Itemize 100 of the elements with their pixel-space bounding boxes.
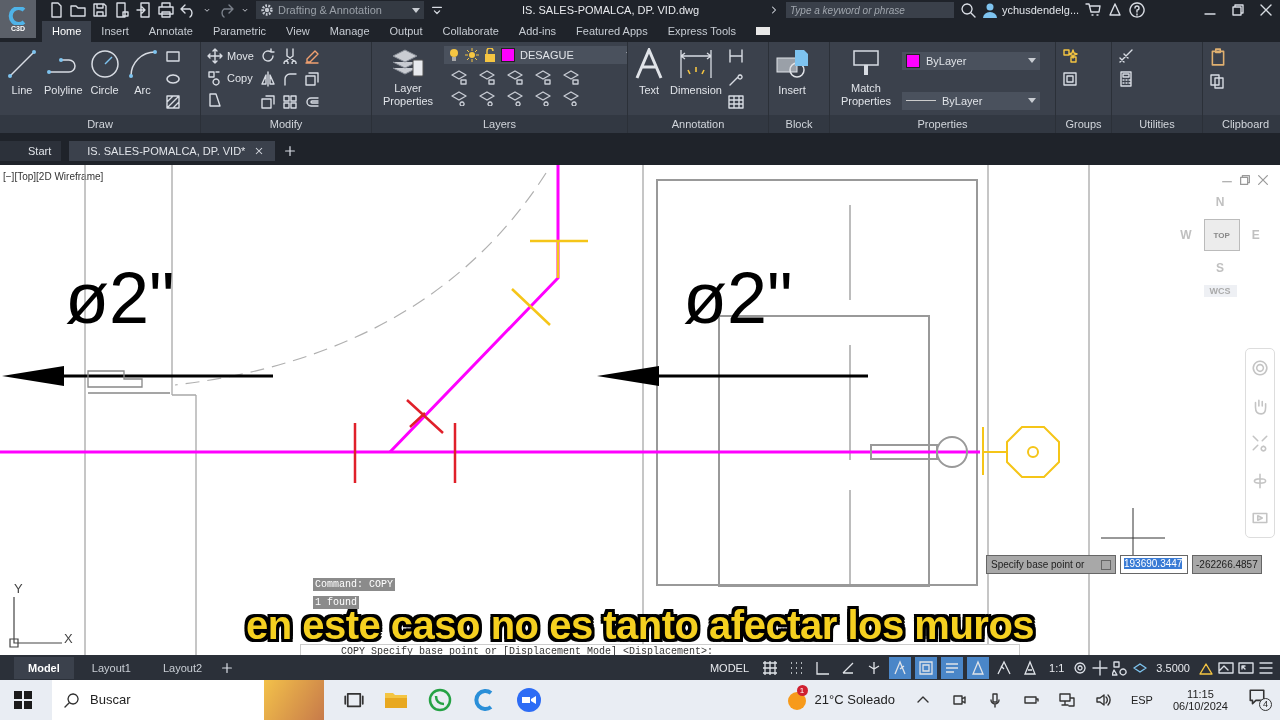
ribbon-tab[interactable]: Manage (319, 20, 380, 42)
fullscreen-icon[interactable] (1238, 659, 1254, 676)
ribbon-tab[interactable]: View (276, 20, 320, 42)
property-dropdown[interactable]: ByLayer (902, 51, 1040, 70)
gear-icon[interactable] (1072, 659, 1089, 676)
notification-center-button[interactable]: 4 (1248, 688, 1272, 712)
print-icon[interactable] (158, 2, 174, 18)
panel-title[interactable]: Draw (0, 115, 200, 134)
help-icon[interactable] (1129, 2, 1146, 18)
panel-title[interactable]: Layers (372, 115, 627, 134)
image-icon[interactable] (1218, 659, 1234, 676)
minimize-ribbon-button[interactable] (755, 26, 770, 35)
status-value[interactable]: 3.5000 (1152, 661, 1194, 674)
layer-tool-icon[interactable] (450, 68, 468, 85)
ribbon-tab[interactable]: Insert (91, 20, 139, 42)
x-coordinate-field[interactable]: 193690.3447 (1120, 555, 1188, 575)
modify-tool-button[interactable]: Move (207, 47, 254, 64)
whatsapp-icon[interactable] (428, 688, 452, 712)
status-toggle[interactable] (941, 656, 964, 679)
layout-tab[interactable]: Layout2 (148, 656, 217, 679)
ribbon-tab[interactable]: Parametric (202, 20, 277, 42)
fillet-icon[interactable] (281, 70, 298, 87)
file-tab[interactable]: Start (0, 141, 62, 162)
calculator-icon[interactable] (1118, 70, 1134, 87)
zoom-app-icon[interactable] (516, 687, 542, 713)
dimension-tool-button[interactable]: Dimension (670, 45, 722, 96)
mirror-icon[interactable] (259, 70, 276, 87)
panel-title[interactable]: Properties (830, 115, 1055, 134)
close-icon[interactable] (1258, 2, 1274, 18)
weather-text[interactable]: 21°C Soleado (814, 692, 895, 708)
explode-icon[interactable] (303, 70, 320, 87)
trim-icon[interactable] (281, 47, 298, 64)
copy-clip-icon[interactable] (1209, 72, 1225, 89)
paste-icon[interactable] (1209, 47, 1227, 66)
plus-icon[interactable] (1092, 659, 1109, 676)
scale-icon[interactable] (259, 93, 276, 110)
draw-tool-button[interactable]: Line (6, 45, 38, 96)
text-tool-button[interactable]: Text (634, 45, 664, 96)
group-icon[interactable] (1062, 47, 1078, 64)
panel-title[interactable]: Clipboard (1203, 115, 1280, 134)
layer-tool-icon[interactable] (534, 89, 552, 106)
panel-title[interactable]: Utilities (1112, 115, 1202, 134)
y-coordinate-field[interactable]: -262266.4857 (1192, 555, 1262, 575)
ribbon-tab[interactable]: Output (379, 20, 433, 42)
search-icon[interactable] (960, 2, 976, 18)
add-tab-icon[interactable] (283, 144, 298, 159)
save-as-icon[interactable] (114, 2, 130, 18)
language-indicator[interactable]: ESP (1130, 694, 1153, 706)
network-icon[interactable] (1058, 692, 1075, 708)
layer-tool-icon[interactable] (534, 68, 552, 85)
layout-tab[interactable]: Model (14, 656, 74, 679)
layer-tool-icon[interactable] (478, 68, 496, 85)
layout-tab[interactable]: Layout1 (77, 656, 145, 679)
speaker-icon[interactable] (1094, 692, 1111, 708)
ribbon-tab[interactable]: Add-ins (508, 20, 567, 42)
ribbon-tab[interactable]: Annotate (138, 20, 203, 42)
draw-tool-button[interactable]: Circle (88, 45, 121, 96)
linear-dimension-icon[interactable] (727, 47, 744, 64)
layer-tool-icon[interactable] (506, 68, 524, 85)
ribbon-tab[interactable]: Featured Apps (566, 20, 658, 42)
add-layout-icon[interactable] (220, 660, 235, 675)
menu-icon[interactable] (1258, 659, 1274, 676)
undo-icon[interactable] (180, 2, 196, 18)
workspace-dropdown[interactable]: Drafting & Annotation (256, 1, 424, 19)
ribbon-tab[interactable]: Collaborate (432, 20, 509, 42)
ribbon-tab[interactable]: Express Tools (657, 20, 746, 42)
table-icon[interactable] (727, 93, 744, 110)
array-icon[interactable] (281, 93, 298, 110)
layer-tool-icon[interactable] (562, 89, 580, 106)
isolate-icon[interactable] (1112, 659, 1129, 676)
clock[interactable]: 11:15 06/10/2024 (1172, 688, 1228, 712)
stretch-icon[interactable] (207, 91, 223, 108)
cart-icon[interactable] (1085, 2, 1102, 18)
user-menu[interactable]: ychusdendelg... (982, 2, 1080, 18)
layer-tool-icon[interactable] (478, 89, 496, 106)
layer-tool-icon[interactable] (562, 68, 580, 85)
measure-icon[interactable] (1118, 47, 1134, 64)
new-file-icon[interactable] (48, 2, 64, 18)
file-tab[interactable]: IS. SALES-POMALCA, DP. VID* (69, 141, 276, 162)
layer-tool-icon[interactable] (450, 89, 468, 106)
camera-icon[interactable] (950, 692, 967, 708)
panel-title[interactable]: Modify (201, 115, 371, 134)
draw-tool-button[interactable]: Polyline (44, 45, 83, 96)
viewport-label[interactable]: [−][Top][2D Wireframe] (3, 171, 104, 183)
save-icon[interactable] (92, 2, 108, 18)
network-icon[interactable] (1107, 2, 1124, 18)
annotation-scale[interactable]: 1:1 (1045, 661, 1069, 674)
search-field[interactable]: Type a keyword or phrase (786, 2, 954, 18)
panel-title[interactable]: Block (769, 115, 829, 134)
folder-icon[interactable] (70, 2, 86, 18)
export-icon[interactable] (136, 2, 152, 18)
ungroup-icon[interactable] (1062, 70, 1078, 87)
panel-title[interactable]: Annotation (628, 115, 768, 134)
restore-icon[interactable] (1230, 2, 1246, 18)
property-dropdown[interactable]: ByLayer (902, 91, 1040, 110)
modify-tool-button[interactable]: Copy (207, 69, 254, 86)
windows-start-icon[interactable] (14, 691, 32, 709)
layer-properties-button[interactable]: Layer Properties (378, 45, 438, 108)
status-toggle[interactable] (915, 656, 938, 679)
layer-dropdown[interactable]: DESAGUE (444, 45, 627, 64)
